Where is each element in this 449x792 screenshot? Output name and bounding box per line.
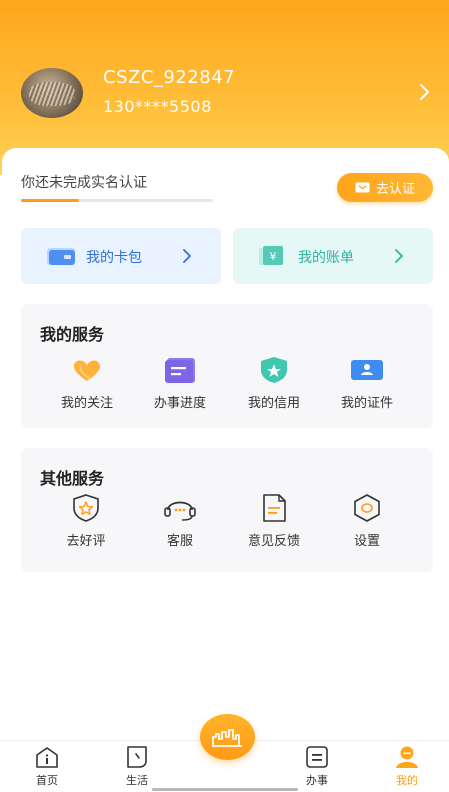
id-card-icon bbox=[351, 360, 383, 380]
progress-list-icon bbox=[165, 358, 195, 383]
tasks-icon bbox=[306, 746, 328, 768]
tab-home[interactable]: 首页 bbox=[22, 745, 72, 788]
center-action-button[interactable] bbox=[200, 714, 255, 760]
tab-label: 首页 bbox=[36, 774, 58, 787]
city-skyline-icon bbox=[212, 729, 242, 747]
home-indicator bbox=[152, 788, 298, 791]
heart-icon bbox=[73, 360, 101, 381]
username: CSZC_922847 bbox=[103, 67, 236, 88]
svg-text:¥: ¥ bbox=[270, 250, 277, 263]
user-icon bbox=[396, 746, 418, 768]
bill-icon: ¥ bbox=[259, 246, 283, 265]
tab-tasks[interactable]: 办事 bbox=[292, 745, 342, 788]
bill-tile[interactable]: ¥ 我的账单 bbox=[233, 228, 433, 284]
service-rate[interactable]: 去好评 bbox=[41, 494, 131, 549]
service-label: 意见反馈 bbox=[247, 534, 300, 549]
service-follow[interactable]: 我的关注 bbox=[42, 356, 132, 411]
star-shield-icon bbox=[73, 494, 99, 522]
other-services-title: 其他服务 bbox=[40, 469, 105, 488]
service-feedback[interactable]: 意见反馈 bbox=[229, 494, 319, 549]
tab-life[interactable]: 生活 bbox=[112, 745, 162, 788]
my-services-panel: 我的服务 我的关注 办事进度 我的信用 我的证件 bbox=[21, 304, 433, 428]
verification-progress-fill bbox=[21, 199, 79, 202]
verify-button[interactable]: 去认证 bbox=[337, 173, 433, 202]
my-services-title: 我的服务 bbox=[40, 325, 105, 344]
other-services-panel: 其他服务 去好评 客服 意见反馈 设置 bbox=[21, 448, 433, 572]
wallet-icon bbox=[47, 248, 75, 265]
chevron-right-icon bbox=[395, 249, 403, 263]
service-label: 我的证件 bbox=[340, 396, 393, 411]
service-settings[interactable]: 设置 bbox=[322, 494, 412, 549]
service-label: 客服 bbox=[166, 534, 193, 549]
tab-label: 办事 bbox=[306, 774, 328, 787]
wallet-label: 我的卡包 bbox=[86, 250, 142, 266]
document-icon bbox=[263, 494, 286, 522]
life-icon bbox=[127, 746, 147, 768]
service-label: 办事进度 bbox=[153, 396, 206, 411]
avatar[interactable] bbox=[21, 68, 83, 118]
tab-label: 生活 bbox=[126, 774, 148, 787]
bill-label: 我的账单 bbox=[298, 250, 354, 266]
service-label: 我的关注 bbox=[60, 396, 113, 411]
id-card-icon bbox=[355, 182, 370, 193]
service-customer-support[interactable]: 客服 bbox=[135, 494, 225, 549]
chevron-right-icon[interactable] bbox=[417, 82, 433, 102]
service-progress[interactable]: 办事进度 bbox=[135, 356, 225, 411]
service-credit[interactable]: 我的信用 bbox=[229, 356, 319, 411]
home-info-icon bbox=[36, 747, 58, 768]
headset-icon bbox=[164, 501, 196, 521]
tab-mine[interactable]: 我的 bbox=[382, 745, 432, 788]
chevron-right-icon bbox=[183, 249, 191, 263]
wallet-tile[interactable]: 我的卡包 bbox=[21, 228, 221, 284]
service-label: 去好评 bbox=[66, 534, 106, 549]
phone-number: 130****5508 bbox=[103, 97, 212, 116]
service-label: 我的信用 bbox=[247, 396, 300, 411]
service-documents[interactable]: 我的证件 bbox=[322, 356, 412, 411]
verify-button-label: 去认证 bbox=[375, 182, 415, 197]
verification-text: 你还未完成实名认证 bbox=[21, 175, 147, 191]
tab-label: 我的 bbox=[396, 774, 418, 787]
credit-shield-icon bbox=[261, 357, 287, 383]
service-label: 设置 bbox=[353, 534, 380, 549]
verification-progress bbox=[21, 199, 213, 202]
hexagon-settings-icon bbox=[354, 494, 380, 522]
